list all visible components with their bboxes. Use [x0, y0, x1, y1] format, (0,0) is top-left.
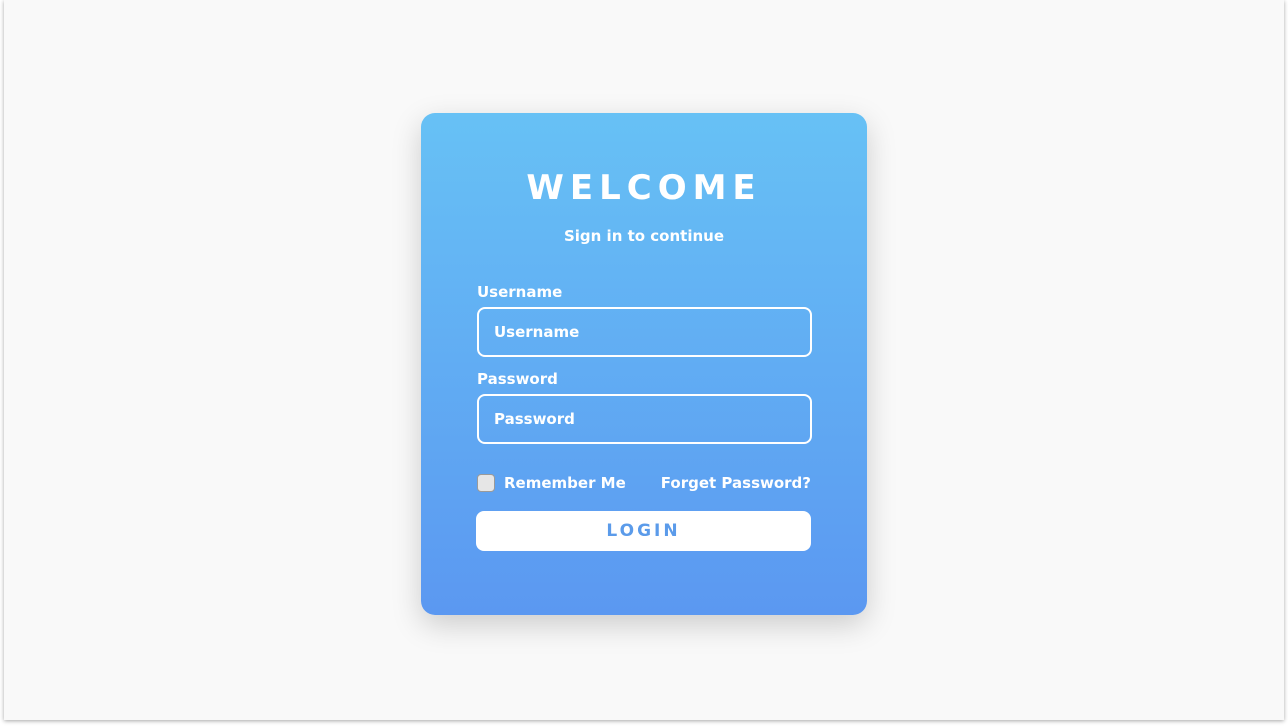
remember-me-label[interactable]: Remember Me	[504, 473, 626, 493]
username-label: Username	[477, 283, 563, 301]
password-label: Password	[477, 370, 558, 388]
page-background	[4, 0, 1284, 720]
password-input[interactable]: Password	[477, 394, 812, 444]
login-button[interactable]: LOGIN	[476, 511, 811, 551]
subtitle: Sign in to continue	[563, 227, 725, 245]
username-placeholder: Username	[494, 323, 580, 341]
forgot-password-link[interactable]: Forget Password?	[661, 473, 811, 493]
password-placeholder: Password	[494, 410, 575, 428]
welcome-title: WELCOME	[526, 168, 762, 208]
remember-me-checkbox[interactable]	[477, 474, 495, 492]
username-input[interactable]: Username	[477, 307, 812, 357]
